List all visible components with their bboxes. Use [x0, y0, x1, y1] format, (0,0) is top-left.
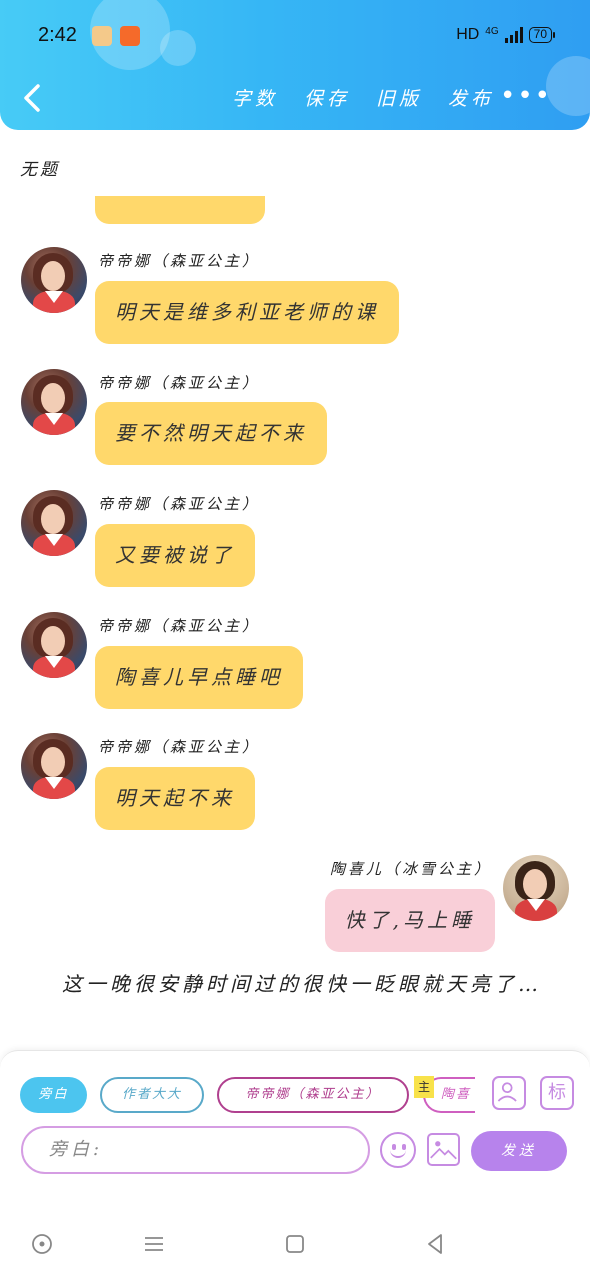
- message-input[interactable]: 旁白:: [21, 1126, 370, 1174]
- back-arrow-icon: [24, 84, 40, 112]
- main-character-badge: 主: [414, 1076, 434, 1098]
- message-bubble[interactable]: 要不然明天起不来: [95, 402, 327, 465]
- role-chip-author[interactable]: 作者大大: [100, 1077, 204, 1113]
- send-button[interactable]: 发送: [471, 1131, 567, 1171]
- battery-icon: 70: [528, 27, 556, 43]
- avatar[interactable]: [21, 369, 87, 435]
- message-bubble[interactable]: 明天起不来: [95, 767, 255, 830]
- back-button[interactable]: [18, 78, 50, 118]
- avatar[interactable]: [21, 733, 87, 799]
- system-navigation-bar: [0, 1208, 590, 1280]
- image-icon[interactable]: [427, 1133, 460, 1166]
- user-icon: [497, 1082, 517, 1102]
- menu-icon[interactable]: [142, 1232, 166, 1256]
- notification-app-icon: [120, 26, 140, 46]
- status-time: 2:42: [38, 24, 77, 46]
- sender-name: 帝帝娜（森亚公主）: [98, 495, 261, 513]
- sender-name: 帝帝娜（森亚公主）: [98, 374, 261, 392]
- app-header: 2:42 HD 4G 70 字数 保存 旧版 发布 •••: [0, 0, 590, 130]
- sender-name: 帝帝娜（森亚公主）: [98, 617, 261, 635]
- save-button[interactable]: 保存: [304, 84, 350, 111]
- role-chip-narrator[interactable]: 旁白: [20, 1077, 87, 1113]
- message-bubble[interactable]: 明天是维多利亚老师的课: [95, 281, 399, 344]
- emoji-icon[interactable]: [380, 1132, 416, 1168]
- notification-app-icon: [92, 26, 112, 46]
- avatar[interactable]: [21, 247, 87, 313]
- sender-name: 帝帝娜（森亚公主）: [98, 738, 261, 756]
- signal-icon: [504, 27, 523, 43]
- old-version-button[interactable]: 旧版: [376, 84, 422, 111]
- home-icon[interactable]: [283, 1232, 307, 1256]
- avatar[interactable]: [503, 855, 569, 921]
- tag-button[interactable]: 标: [540, 1076, 574, 1110]
- publish-button[interactable]: 发布: [448, 84, 494, 111]
- header-actions: 字数 保存 旧版 发布: [232, 84, 494, 111]
- avatar[interactable]: [21, 612, 87, 678]
- word-count-button[interactable]: 字数: [232, 84, 278, 111]
- role-chip-character[interactable]: 帝帝娜（森亚公主）: [217, 1077, 409, 1113]
- status-indicators: HD 4G 70: [456, 25, 556, 44]
- sender-name: 帝帝娜（森亚公主）: [98, 252, 261, 270]
- avatar[interactable]: [21, 490, 87, 556]
- status-bar: 2:42 HD 4G 70: [0, 0, 590, 70]
- partial-message-bubble[interactable]: [95, 196, 265, 224]
- document-title[interactable]: 无题: [20, 155, 60, 180]
- network-type: 4G: [485, 25, 499, 37]
- sender-name: 陶喜儿（冰雪公主）: [329, 860, 492, 878]
- more-options-icon[interactable]: •••: [500, 83, 552, 109]
- back-nav-icon[interactable]: [423, 1232, 447, 1256]
- message-bubble[interactable]: 又要被说了: [95, 524, 255, 587]
- assistant-icon[interactable]: [30, 1232, 54, 1256]
- message-bubble[interactable]: 快了,马上睡: [324, 889, 495, 952]
- message-bubble[interactable]: 陶喜儿早点睡吧: [95, 646, 303, 709]
- hd-indicator: HD: [456, 26, 480, 43]
- narration-text[interactable]: 这一晚很安静时间过的很快一眨眼就天亮了…: [28, 968, 548, 1000]
- character-manage-button[interactable]: [492, 1076, 526, 1110]
